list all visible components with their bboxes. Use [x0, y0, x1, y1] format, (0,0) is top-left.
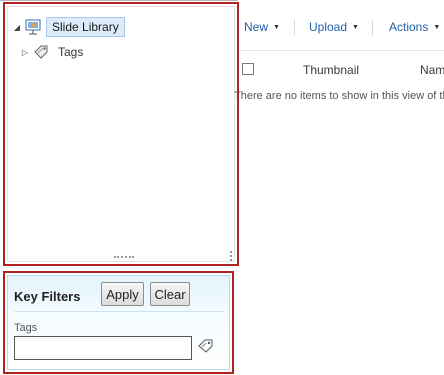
- chevron-down-icon: ▼: [273, 23, 280, 31]
- tree-panel: ◢ Slide Library ▷ Tags: [3, 2, 239, 266]
- select-all-checkbox[interactable]: [242, 63, 254, 75]
- upload-label: Upload: [309, 20, 348, 34]
- resize-grip-horizontal[interactable]: [114, 256, 134, 259]
- slide-library-icon: [24, 18, 42, 36]
- expanded-triangle-icon[interactable]: ◢: [12, 22, 22, 32]
- toolbar-separator: [372, 20, 373, 35]
- empty-list-message: There are no items to show in this view …: [234, 90, 444, 102]
- chevron-down-icon: ▼: [352, 23, 359, 31]
- chevron-down-icon: ▼: [433, 23, 441, 31]
- toolbar-divider: [240, 50, 444, 51]
- collapsed-triangle-icon[interactable]: ▷: [20, 47, 30, 57]
- apply-button[interactable]: Apply: [101, 282, 144, 306]
- top-divider: [0, 0, 238, 1]
- tree-node-tags[interactable]: ▷ Tags: [20, 43, 83, 61]
- tree-view: ◢ Slide Library ▷ Tags: [7, 6, 235, 262]
- new-label: New: [244, 20, 269, 34]
- column-header-name[interactable]: Nam: [420, 63, 444, 77]
- tree-node-slide-library[interactable]: ◢ Slide Library: [12, 17, 125, 37]
- resize-grip-vertical[interactable]: [230, 251, 232, 261]
- tags-input[interactable]: [14, 336, 192, 360]
- clear-button[interactable]: Clear: [150, 282, 190, 306]
- key-filters-title: Key Filters: [14, 289, 81, 304]
- upload-menu-button[interactable]: Upload ▼: [309, 20, 359, 34]
- toolbar-separator: [294, 20, 295, 35]
- actions-menu-button[interactable]: Actions ▼: [389, 20, 440, 34]
- tags-field-label: Tags: [14, 322, 38, 334]
- tag-picker-icon[interactable]: [197, 338, 215, 354]
- new-menu-button[interactable]: New ▼: [244, 20, 280, 34]
- column-header-thumbnail[interactable]: Thumbnail: [303, 63, 359, 77]
- tree-root-label[interactable]: Slide Library: [46, 17, 125, 37]
- key-filters-panel: Key Filters Apply Clear Tags: [3, 271, 234, 374]
- filters-divider: [14, 311, 223, 312]
- actions-label: Actions: [389, 20, 429, 34]
- tags-icon: [32, 43, 50, 61]
- key-filters-body: Key Filters Apply Clear Tags: [7, 275, 230, 370]
- tree-child-label[interactable]: Tags: [58, 45, 83, 59]
